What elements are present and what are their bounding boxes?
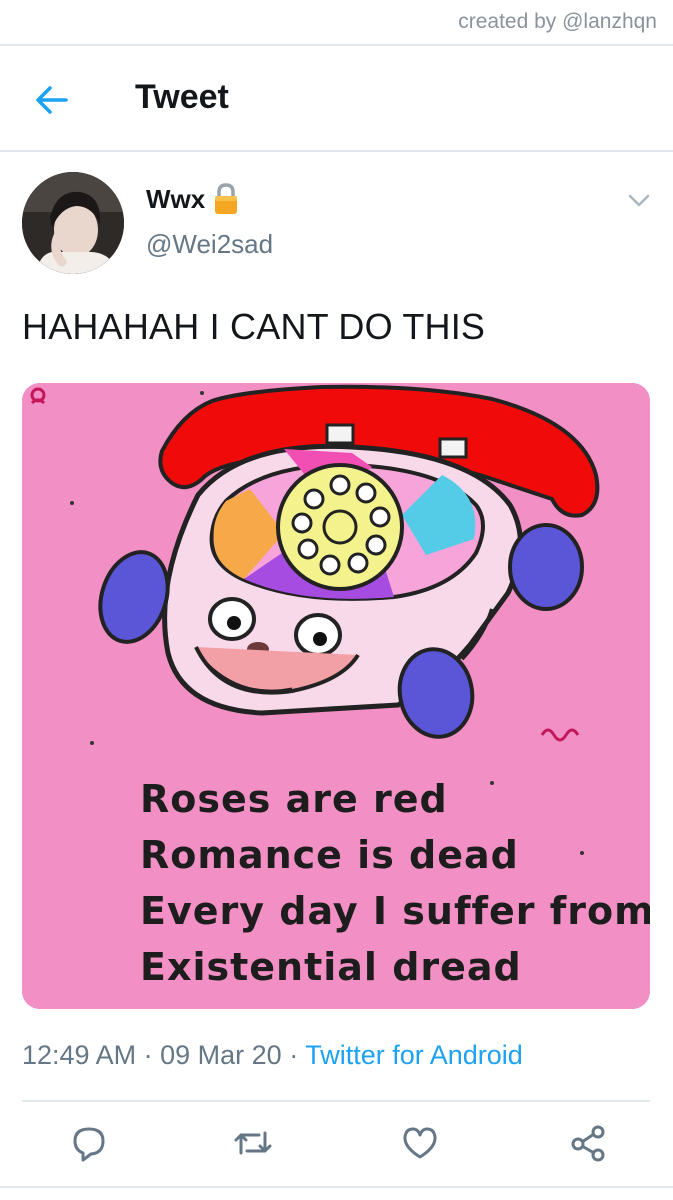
lock-icon — [213, 183, 239, 215]
arrow-left-icon — [36, 86, 68, 114]
avatar-image — [22, 172, 124, 274]
tweet-date: 09 Mar 20 — [160, 1040, 282, 1070]
reply-button[interactable] — [64, 1118, 114, 1168]
poem-line: Roses are red — [140, 777, 448, 821]
retweet-icon — [234, 1131, 272, 1155]
author-name[interactable]: Wwx — [146, 184, 205, 215]
tweet-media-image[interactable]: Roses are red Romance is dead Every day … — [22, 383, 650, 1009]
page-title: Tweet — [135, 78, 229, 116]
tweet-time: 12:49 AM — [22, 1040, 137, 1070]
tweet-menu-button[interactable] — [626, 190, 652, 210]
like-button[interactable] — [395, 1118, 445, 1168]
back-button[interactable] — [30, 78, 74, 122]
tweet-actions — [0, 1118, 673, 1168]
poem-line: Existential dread — [140, 945, 522, 989]
meme-poem: Roses are red Romance is dead Every day … — [140, 771, 650, 995]
tweet-text: HAHAHAH I CANT DO THIS — [22, 306, 486, 347]
avatar[interactable] — [22, 172, 124, 274]
credit-bar: created by @lanzhqn — [0, 0, 673, 46]
meta-separator: · — [289, 1040, 299, 1070]
divider — [0, 1186, 673, 1188]
tweet-source-link[interactable]: Twitter for Android — [305, 1040, 523, 1070]
tweet-header: Tweet — [0, 48, 673, 152]
share-button[interactable] — [563, 1118, 613, 1168]
reply-icon — [73, 1127, 105, 1162]
author-name-row[interactable]: Wwx — [146, 183, 239, 215]
meta-separator: · — [143, 1040, 153, 1070]
tweet-meta: 12:49 AM · 09 Mar 20 · Twitter for Andro… — [22, 1040, 523, 1071]
share-icon — [571, 1125, 605, 1162]
retweet-button[interactable] — [228, 1118, 278, 1168]
poem-line: Romance is dead — [140, 833, 519, 877]
poem-line: Every day I suffer from — [140, 889, 650, 933]
credit-text: created by @lanzhqn — [458, 10, 657, 33]
author-handle[interactable]: @Wei2sad — [146, 229, 273, 260]
like-icon — [403, 1127, 437, 1159]
chevron-down-icon — [628, 194, 650, 207]
divider — [22, 1100, 650, 1102]
